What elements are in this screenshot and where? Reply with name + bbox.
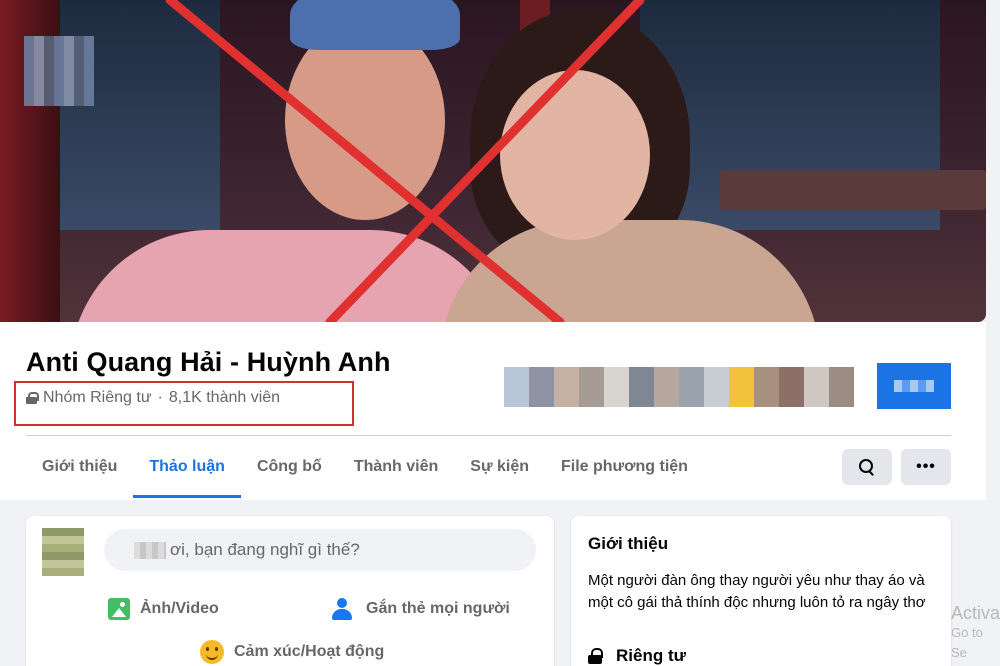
- avatar: [779, 367, 804, 407]
- avatar: [504, 367, 529, 407]
- feeling-activity-label: Cảm xúc/Hoạt động: [234, 643, 385, 660]
- tab-media[interactable]: File phương tiện: [545, 436, 704, 498]
- photo-video-button[interactable]: Ảnh/Video: [108, 598, 219, 620]
- photo-icon: [108, 598, 130, 620]
- avatar: [754, 367, 779, 407]
- avatar: [804, 367, 829, 407]
- privacy-label: Riêng tư: [616, 646, 686, 665]
- member-avatars[interactable]: [504, 367, 854, 407]
- tab-events[interactable]: Sự kiện: [454, 436, 545, 498]
- tab-members[interactable]: Thành viên: [338, 436, 454, 498]
- feeling-activity-button[interactable]: Cảm xúc/Hoạt động: [200, 640, 384, 664]
- tab-discussion[interactable]: Thảo luận: [133, 436, 241, 498]
- avatar: [629, 367, 654, 407]
- privacy-row: Riêng tư: [588, 646, 686, 666]
- join-group-button[interactable]: [877, 363, 951, 409]
- blurred-button-label: [894, 380, 934, 392]
- blurred-username: [134, 542, 166, 559]
- tab-announcements[interactable]: Công bố: [241, 436, 338, 498]
- red-cross-mark: [165, 0, 645, 322]
- search-icon: [859, 459, 875, 475]
- photo-video-label: Ảnh/Video: [140, 600, 219, 617]
- avatar: [579, 367, 604, 407]
- compose-placeholder: ơi, bạn đang nghĩ gì thế?: [170, 540, 360, 559]
- avatar: [704, 367, 729, 407]
- avatar: [529, 367, 554, 407]
- tag-people-button[interactable]: Gắn thẻ mọi người: [332, 598, 510, 620]
- avatar: [554, 367, 579, 407]
- about-card: Giới thiệu Một người đàn ông thay người …: [571, 516, 951, 666]
- tag-people-icon: [332, 598, 356, 620]
- cover-photo[interactable]: [0, 0, 986, 322]
- group-tabs: Giới thiệu Thảo luận Công bố Thành viên …: [26, 436, 704, 498]
- tab-about[interactable]: Giới thiệu: [26, 436, 133, 498]
- group-title: Anti Quang Hải - Huỳnh Anh: [26, 347, 391, 377]
- lock-icon: [588, 648, 603, 664]
- watermark-line: Activa: [951, 603, 1000, 623]
- activate-watermark: Activa Go to Se: [951, 603, 1000, 663]
- watermark-line: Go to Se: [951, 625, 983, 660]
- highlight-box: [14, 381, 354, 426]
- about-title: Giới thiệu: [588, 534, 669, 553]
- avatar: [729, 367, 754, 407]
- avatar[interactable]: [42, 528, 84, 576]
- avatar: [654, 367, 679, 407]
- avatar: [829, 367, 854, 407]
- post-composer: ơi, bạn đang nghĩ gì thế? Ảnh/Video Gắn …: [26, 516, 554, 666]
- about-description: Một người đàn ông thay người yêu như tha…: [588, 572, 926, 611]
- tag-people-label: Gắn thẻ mọi người: [366, 600, 510, 617]
- smiley-icon: [200, 640, 224, 664]
- avatar: [679, 367, 704, 407]
- compose-input[interactable]: ơi, bạn đang nghĩ gì thế?: [104, 529, 536, 571]
- more-dots-icon: •••: [916, 458, 936, 475]
- more-options-button[interactable]: •••: [901, 449, 951, 485]
- avatar: [604, 367, 629, 407]
- search-button[interactable]: [842, 449, 892, 485]
